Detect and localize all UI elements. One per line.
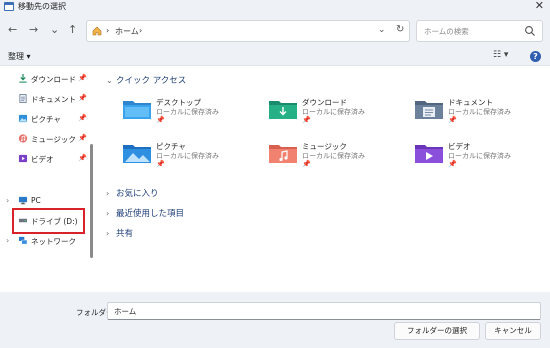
breadcrumb-separator: › [106, 26, 110, 35]
download-icon [19, 74, 27, 83]
pin-icon: 📌 [78, 154, 87, 162]
folder-name-input[interactable]: ホーム [107, 302, 541, 320]
pc-icon [18, 196, 28, 205]
drive-d-highlight-box [12, 208, 85, 234]
pin-icon: 📌 [302, 160, 311, 168]
back-button[interactable]: ← [8, 24, 17, 36]
folder-tile-desktop[interactable]: デスクトップ ローカルに保存済み 📌 [122, 96, 262, 132]
expand-chevron-icon: › [106, 209, 110, 218]
pin-icon: 📌 [78, 114, 87, 122]
sidebar-item-label: ピクチャ [31, 115, 61, 124]
home-icon [92, 26, 102, 36]
section-favorites[interactable]: › お気に入り [106, 187, 159, 199]
sidebar-item-label: ミュージック [31, 135, 76, 144]
sidebar-item-downloads[interactable]: ダウンロード 📌 [0, 71, 92, 87]
pin-icon: 📌 [156, 116, 165, 124]
sidebar-item-videos[interactable]: ビデオ 📌 [0, 151, 92, 167]
sidebar-item-documents[interactable]: ドキュメント 📌 [0, 91, 92, 107]
sidebar-item-music[interactable]: ミュージック 📌 [0, 131, 92, 147]
section-label: 最近使用した項目 [116, 209, 185, 219]
section-label: お気に入り [116, 189, 159, 199]
sidebar-item-label: ネットワーク [31, 237, 76, 246]
breadcrumb-home[interactable]: ホーム [115, 26, 139, 37]
folder-tile-documents[interactable]: ドキュメント ローカルに保存済み 📌 [414, 96, 550, 132]
window-icon [4, 2, 14, 11]
network-icon [18, 236, 28, 245]
desktop-folder-icon [123, 101, 151, 119]
videos-folder-icon [415, 145, 443, 163]
sidebar-item-label: ドキュメント [31, 95, 76, 104]
sidebar-item-label: PC [31, 196, 41, 205]
folder-tile-downloads[interactable]: ダウンロード ローカルに保存済み 📌 [268, 96, 408, 132]
expand-chevron-icon: › [106, 229, 110, 238]
search-icon [525, 26, 535, 36]
sidebar-item-label: ビデオ [31, 155, 54, 164]
search-placeholder: ホームの検索 [424, 27, 469, 36]
refresh-icon[interactable]: ↻ [396, 24, 404, 35]
section-label: 共有 [116, 229, 134, 239]
folder-status: ローカルに保存済み [156, 108, 219, 116]
help-icon[interactable]: ? [530, 51, 541, 62]
folder-tile-videos[interactable]: ビデオ ローカルに保存済み 📌 [414, 140, 550, 176]
forward-button[interactable]: → [29, 24, 38, 36]
folder-tile-pictures[interactable]: ピクチャ ローカルに保存済み 📌 [122, 140, 262, 176]
downloads-folder-icon [269, 101, 297, 119]
address-dropdown-icon[interactable]: ⌄ [378, 25, 386, 35]
navigation-bar: ← → ⌄ ↑ › ホーム › ⌄ ↻ ホームの検索 [0, 14, 550, 48]
pin-icon: 📌 [302, 116, 311, 124]
recent-locations-button[interactable]: ⌄ [50, 24, 59, 36]
pin-icon: 📌 [78, 74, 87, 82]
section-shared[interactable]: › 共有 [106, 227, 133, 239]
up-button[interactable]: ↑ [68, 24, 77, 36]
pin-icon: 📌 [78, 94, 87, 102]
expand-chevron-icon[interactable]: › [6, 236, 9, 245]
sidebar-item-pictures[interactable]: ピクチャ 📌 [0, 111, 92, 127]
quick-access-header[interactable]: ⌄ クイック アクセス [106, 74, 186, 86]
expand-chevron-icon[interactable]: › [6, 196, 9, 205]
music-folder-icon [269, 145, 297, 163]
section-recent[interactable]: › 最近使用した項目 [106, 207, 184, 219]
sidebar-scrollbar[interactable] [90, 144, 93, 258]
expand-chevron-icon: › [106, 189, 110, 198]
close-icon[interactable]: ✕ [535, 0, 544, 12]
folder-status: ローカルに保存済み [156, 152, 219, 160]
folder-status: ローカルに保存済み [448, 152, 511, 160]
folder-name-value: ホーム [114, 307, 137, 316]
search-box[interactable]: ホームの検索 [416, 20, 543, 42]
pin-icon: 📌 [448, 116, 457, 124]
pictures-folder-icon [123, 145, 151, 163]
pictures-icon [18, 114, 28, 123]
sidebar-item-network[interactable]: › ネットワーク [0, 233, 92, 249]
organize-menu-button[interactable]: 整理 ▾ [8, 51, 31, 62]
view-options-icon[interactable]: ☷ ▾ [493, 50, 508, 60]
dialog-footer: フォルダー: ホーム フォルダーの選択 キャンセル [0, 292, 550, 348]
music-icon [18, 134, 28, 143]
sidebar-item-label: ダウンロード [31, 75, 76, 84]
cancel-button[interactable]: キャンセル [485, 322, 541, 340]
pin-icon: 📌 [156, 160, 165, 168]
content-pane: ⌄ クイック アクセス デスクトップ ローカルに保存済み 📌 ダウンロード ローカ… [96, 66, 550, 292]
folder-status: ローカルに保存済み [302, 108, 365, 116]
navigation-pane: ダウンロード 📌 ドキュメント 📌 ピクチャ 📌 ミュージック 📌 ビデオ 📌 … [0, 66, 96, 292]
folder-status: ローカルに保存済み [302, 152, 365, 160]
select-folder-button[interactable]: フォルダーの選択 [394, 322, 480, 340]
documents-icon [19, 94, 27, 103]
videos-icon [18, 154, 28, 163]
quick-access-label: クイック アクセス [116, 76, 187, 86]
window-title: 移動先の選択 [18, 2, 66, 11]
documents-folder-icon [415, 101, 443, 119]
title-bar: 移動先の選択 ✕ [0, 0, 550, 14]
pin-icon: 📌 [78, 134, 87, 142]
folder-status: ローカルに保存済み [448, 108, 511, 116]
sidebar-item-pc[interactable]: › PC [0, 193, 92, 209]
folder-tile-music[interactable]: ミュージック ローカルに保存済み 📌 [268, 140, 408, 176]
breadcrumb-separator-end[interactable]: › [139, 26, 142, 35]
collapse-chevron-icon: ⌄ [106, 76, 113, 85]
command-bar: 整理 ▾ ☷ ▾ ? [0, 48, 550, 66]
pin-icon: 📌 [448, 160, 457, 168]
address-bar[interactable]: › ホーム › ⌄ ↻ [86, 20, 410, 42]
